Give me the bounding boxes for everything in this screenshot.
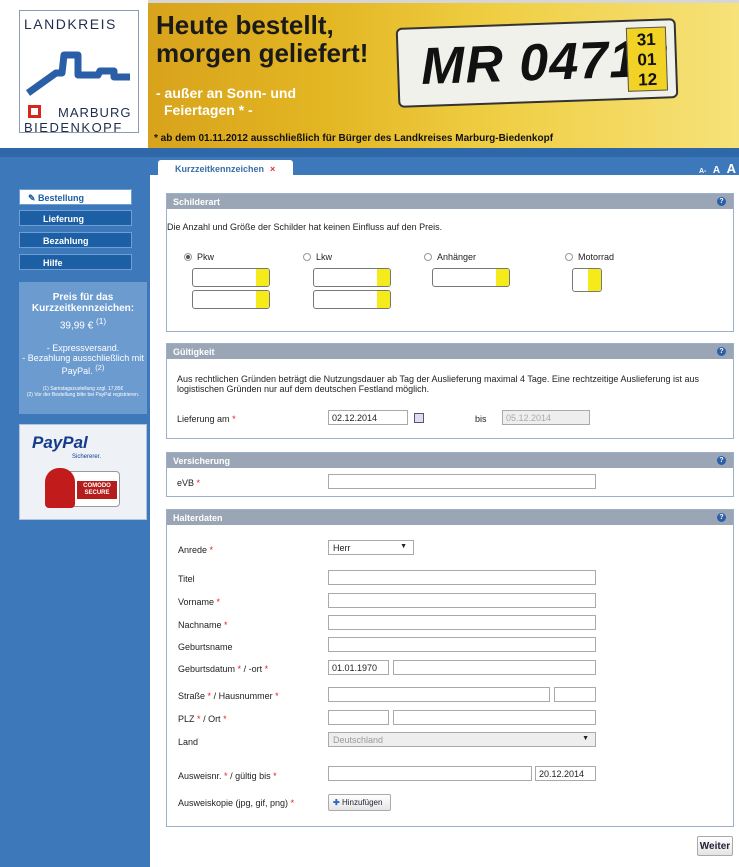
ort-input[interactable]: [393, 710, 596, 725]
logo-text-1: LANDKREIS: [24, 16, 117, 32]
nachname-label: Nachname *: [178, 620, 228, 630]
plus-icon: ✚: [333, 798, 342, 807]
lieferung-label: Lieferung am *: [177, 414, 236, 424]
section-halterdaten: Halterdaten ? Anrede * Herr ▼ Titel Vorna…: [166, 509, 734, 827]
vorname-label: Vorname *: [178, 597, 221, 607]
font-smaller-button[interactable]: A-: [699, 168, 706, 175]
express-note: - Expressversand.: [46, 343, 120, 354]
radio-pkw[interactable]: Pkw: [184, 252, 214, 262]
paypal-note: - Bezahlung ausschließlich mit PayPal. (…: [22, 353, 144, 377]
titel-input[interactable]: [328, 570, 596, 585]
strasse-input[interactable]: [328, 687, 550, 702]
plate-date: 31 01 12: [625, 26, 669, 92]
strasse-label: Straße * / Hausnummer *: [178, 691, 279, 701]
gueltigkeit-text: Aus rechtlichen Gründen beträgt die Nutz…: [177, 374, 699, 394]
section-versicherung: Versicherung ? eVB *: [166, 452, 734, 497]
radio-motorrad[interactable]: Motorrad: [565, 252, 614, 262]
footnote-2: (2) Vor der Bestellung bitte bei PayPal …: [26, 392, 140, 399]
dropdown-arrow-icon: ▼: [582, 735, 589, 742]
section-gueltigkeit: Gültigkeit ? Aus rechtlichen Gründen bet…: [166, 343, 734, 439]
trust-badges: PayPal Sichererer. COMODO SECURE: [19, 424, 147, 520]
anrede-select[interactable]: Herr ▼: [328, 540, 414, 555]
sidebar-item-hilfe[interactable]: Hilfe: [19, 254, 132, 270]
calendar-icon[interactable]: [414, 413, 424, 423]
font-normal-button[interactable]: A: [713, 165, 720, 176]
geburtsort-input[interactable]: [393, 660, 596, 675]
help-icon[interactable]: ?: [717, 513, 726, 522]
land-label: Land: [178, 737, 199, 747]
tab-kurzzeitkennzeichen[interactable]: Kurzzeitkennzeichen ×: [158, 160, 293, 178]
license-plate-image: MR 04712 31 01 12: [395, 18, 679, 108]
weiter-button[interactable]: Weiter: [697, 836, 733, 856]
price-title: Preis für das Kurzzeitkennzeichen:: [31, 292, 135, 314]
comodo-secure-badge[interactable]: COMODO SECURE: [45, 468, 120, 508]
plate-pkw-1: [192, 268, 270, 287]
price-value: 39,99 € (1): [59, 316, 107, 332]
sidebar-item-bezahlung[interactable]: Bezahlung: [19, 232, 132, 248]
hausnummer-input[interactable]: [554, 687, 596, 702]
lock-icon: [45, 468, 75, 508]
anrede-label: Anrede *: [178, 545, 214, 555]
sidebar-item-lieferung[interactable]: Lieferung: [19, 210, 132, 226]
sidebar-item-bestellung[interactable]: ✎ Bestellung: [19, 189, 132, 205]
section-title: Versicherung: [167, 453, 733, 468]
evb-label: eVB *: [177, 478, 201, 488]
section-title: Halterdaten: [167, 510, 733, 525]
section-schilderart: Schilderart ? Die Anzahl und Größe der S…: [166, 193, 734, 332]
logo-text-2: MARBURG: [58, 105, 132, 120]
font-size-controls: A- A A: [695, 161, 736, 176]
promo-footnote: * ab dem 01.11.2012 ausschließlich für B…: [154, 133, 554, 144]
pencil-icon: ✎: [28, 193, 39, 203]
promo-heading: Heute bestellt, morgen geliefert!: [156, 10, 369, 68]
close-icon[interactable]: ×: [270, 164, 275, 174]
land-select: Deutschland ▼: [328, 732, 596, 747]
radio-lkw[interactable]: Lkw: [303, 252, 332, 262]
ausweiskopie-label: Ausweiskopie (jpg, gif, png) *: [178, 798, 295, 808]
plate-pkw-2: [192, 290, 270, 309]
schilderart-hint: Die Anzahl und Größe der Schilder hat ke…: [167, 222, 443, 232]
top-bar: [0, 148, 739, 157]
help-icon[interactable]: ?: [717, 456, 726, 465]
dropdown-arrow-icon: ▼: [400, 543, 407, 550]
titel-label: Titel: [178, 574, 195, 584]
bis-label: bis: [475, 414, 487, 424]
radio-anhaenger[interactable]: Anhänger: [424, 252, 476, 262]
geburtsdatum-label: Geburtsdatum * / -ort *: [178, 664, 269, 674]
section-title: Schilderart: [167, 194, 733, 209]
lieferung-date-input[interactable]: 02.12.2014: [328, 410, 408, 425]
add-file-button[interactable]: ✚ Hinzufügen: [328, 794, 391, 811]
plz-input[interactable]: [328, 710, 389, 725]
gueltig-bis-input[interactable]: 20.12.2014: [535, 766, 596, 781]
geburtsdatum-input[interactable]: 01.01.1970: [328, 660, 389, 675]
help-icon[interactable]: ?: [717, 197, 726, 206]
logo-text-3: BIEDENKOPF: [24, 120, 123, 135]
paypal-tagline: Sichererer.: [72, 454, 102, 460]
font-larger-button[interactable]: A: [727, 161, 736, 176]
plate-lkw-2: [313, 290, 391, 309]
plate-motorrad: [572, 268, 602, 292]
help-icon[interactable]: ?: [717, 347, 726, 356]
ausweisnr-input[interactable]: [328, 766, 532, 781]
bis-date-input: 05.12.2014: [502, 410, 590, 425]
ausweis-label: Ausweisnr. * / gültig bis *: [178, 771, 277, 781]
promo-subline: - außer an Sonn- und Feiertagen * -: [156, 85, 296, 118]
promo-banner: Heute bestellt, morgen geliefert! - außer…: [148, 0, 739, 148]
landkreis-logo[interactable]: LANDKREIS MARBURG BIEDENKOPF: [19, 10, 139, 135]
plate-lkw-1: [313, 268, 391, 287]
logo-mark-icon: [26, 51, 130, 96]
plate-anhaenger: [432, 268, 510, 287]
section-title: Gültigkeit: [167, 344, 733, 359]
vorname-input[interactable]: [328, 593, 596, 608]
paypal-logo[interactable]: PayPal: [32, 433, 88, 453]
nachname-input[interactable]: [328, 615, 596, 630]
geburtsname-input[interactable]: [328, 637, 596, 652]
header-banner: LANDKREIS MARBURG BIEDENKOPF Heute beste…: [0, 0, 739, 148]
geburtsname-label: Geburtsname: [178, 642, 233, 652]
evb-input[interactable]: [328, 474, 596, 489]
logo-square-icon: [28, 105, 41, 118]
plz-label: PLZ * / Ort *: [178, 714, 227, 724]
price-info-box: Preis für das Kurzzeitkennzeichen: 39,99…: [19, 282, 147, 414]
